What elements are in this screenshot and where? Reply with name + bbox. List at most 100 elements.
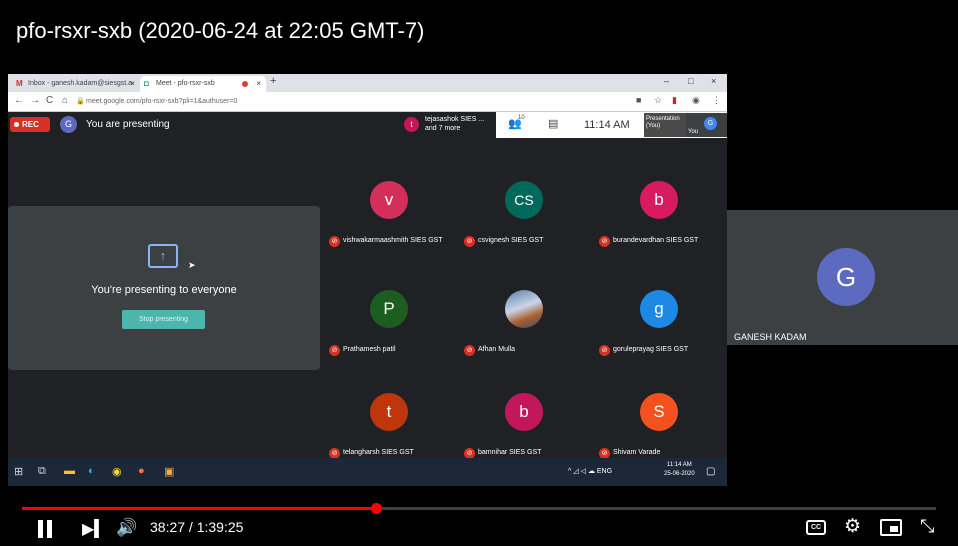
meet-icon: ◘ [144,79,149,88]
meet-top-right: t tejasashok SIES ... and 7 more 👥 10 ▤ … [400,112,727,138]
notification-icon[interactable]: ▢ [706,466,715,477]
presenter-tile: G GANESH KADAM [727,210,958,345]
maximize-button[interactable]: □ [688,76,693,86]
pdf-extension-icon[interactable]: ▮ [672,95,677,106]
star-icon[interactable]: ☆ [654,95,662,106]
participant-tile[interactable]: S ⊘ Shivam Varade [592,360,727,466]
back-icon[interactable]: ← [14,95,24,106]
paint-icon[interactable]: ▣ [164,465,174,478]
mic-off-icon: ⊘ [329,236,340,247]
mouse-cursor-icon: ➤ [188,260,196,270]
settings-gear-icon[interactable]: ⚙ [844,515,861,538]
avatar: t [370,393,408,431]
pause-button[interactable] [38,520,52,538]
minimize-button[interactable]: – [664,76,669,86]
close-icon[interactable]: × [130,76,135,92]
avatar: v [370,181,408,219]
participants-grid: v ⊘ vishwakarmaashmith SIES GST CS ⊘ csvignes… [322,138,727,459]
participant-tile[interactable]: g ⊘ goruleprayag SIES GST [592,257,727,363]
participant-name: Prathamesh patil [343,346,396,353]
file-explorer-icon[interactable]: ▬ [64,465,75,477]
miniplayer-button[interactable] [880,519,902,536]
gmail-icon: M [16,79,23,88]
presenting-panel: ↑ ➤ You're presenting to everyone Stop p… [8,206,320,370]
firefox-icon[interactable]: ● [138,465,145,477]
participants-pill[interactable]: t tejasashok SIES ... and 7 more [400,113,495,137]
people-pill-line2: and 7 more [425,125,461,132]
present-screen-icon: ↑ [148,244,178,268]
avatar: b [505,393,543,431]
stop-presenting-button[interactable]: Stop presenting [122,310,205,329]
taskbar-clock[interactable]: 11:14 AM 25-06-2020 [664,461,695,479]
presenting-status: You are presenting [86,119,170,130]
self-view-thumbnail[interactable]: G You [686,113,727,137]
forward-icon[interactable]: → [30,95,40,106]
reload-icon[interactable]: C [46,95,53,106]
tab-inbox[interactable]: M Inbox - ganesh.kadam@siesgst.a × [12,76,140,92]
recording-dot-icon [14,122,19,127]
time-display: 38:27 / 1:39:25 [150,519,244,535]
volume-icon[interactable]: 🔊 [116,518,137,538]
meet-top-bar: REC G You are presenting t tejasashok SI… [8,112,727,138]
meeting-clock: 11:14 AM [584,119,630,131]
participant-name: goruleprayag SIES GST [613,346,689,353]
presenting-message: You're presenting to everyone [91,284,237,296]
windows-start-icon[interactable]: ⊞ [14,465,23,478]
video-player[interactable]: pfo-rsxr-sxb (2020-06-24 at 22:05 GMT-7)… [0,0,958,546]
next-button[interactable]: ▶▍ [82,519,107,539]
chrome-icon[interactable]: ◉ [112,465,122,478]
presenter-name: GANESH KADAM [734,332,807,342]
video-title: pfo-rsxr-sxb (2020-06-24 at 22:05 GMT-7) [16,18,425,43]
participant-tile[interactable]: t ⊘ telangharsh SIES GST [322,360,457,466]
menu-icon[interactable]: ⋮ [712,95,721,106]
network-icon[interactable]: ◿ [573,468,578,475]
participant-tile[interactable]: b ⊘ burandevardhan SIES GST [592,148,727,254]
recording-dot-icon [242,81,248,87]
chat-icon[interactable]: ▤ [548,117,558,130]
self-label: You [688,129,699,135]
avatar: G [60,116,77,133]
screen-capture: M Inbox - ganesh.kadam@siesgst.a × ◘ Mee… [8,74,727,486]
close-icon[interactable]: × [256,76,261,92]
tab-label: Meet - pfo-rsxr-sxb [156,80,215,87]
avatar: g [640,290,678,328]
participant-tile[interactable]: P ⊘ Prathamesh patil [322,257,457,363]
home-icon[interactable]: ⌂ [62,95,68,106]
avatar: G [817,248,875,306]
participant-name: Shivam Varade [613,449,661,456]
participant-tile[interactable]: CS ⊘ csvignesh SIES GST [457,148,592,254]
close-window-button[interactable]: × [711,76,716,86]
participant-name: telangharsh SIES GST [343,449,414,456]
profile-icon[interactable]: ◉ [692,95,700,106]
new-tab-button[interactable]: + [270,75,276,87]
tab-meet[interactable]: ◘ Meet - pfo-rsxr-sxb × [140,76,266,92]
mic-off-icon: ⊘ [599,345,610,356]
exit-fullscreen-icon[interactable]: ⤡ [920,516,934,537]
tray-chevron-icon[interactable]: ^ [568,468,571,475]
recording-badge: REC [10,117,50,132]
windows-taskbar: ⊞ ⧉ ▬ ◐ ◉ ● ▣ ^ ◿ ◁ ☁ ENG 11:14 AM 25-06… [8,458,727,486]
task-view-icon[interactable]: ⧉ [38,465,46,478]
progress-scrubber[interactable] [371,503,382,514]
mic-off-icon: ⊘ [464,236,475,247]
presentation-thumbnail[interactable]: Presentation (You) [644,113,686,137]
people-pill-line1: tejasashok SIES ... [425,116,485,123]
miniplayer-icon [890,526,898,532]
volume-icon[interactable]: ◁ [581,468,586,475]
participant-name: Afhan Mulla [478,346,515,353]
mic-off-icon: ⊘ [329,345,340,356]
address-bar-row: ← → C ⌂ 🔒 meet.google.com/pfo-rsxr-sxb?p… [8,92,727,112]
captions-button[interactable]: CC [806,520,826,535]
participant-tile[interactable]: ⊘ Afhan Mulla [457,257,592,363]
tab-label: Inbox - ganesh.kadam@siesgst.a [28,80,132,87]
onedrive-icon[interactable]: ☁ [588,468,595,475]
language-indicator[interactable]: ENG [597,468,612,475]
avatar: S [640,393,678,431]
url-field[interactable]: 🔒 meet.google.com/pfo-rsxr-sxb?pli=1&aut… [76,95,596,109]
progress-bar[interactable] [22,503,936,514]
participant-tile[interactable]: b ⊘ bamnihar SIES GST [457,360,592,466]
mic-off-icon: ⊘ [464,345,475,356]
camera-icon[interactable]: ■ [636,95,641,105]
participant-tile[interactable]: v ⊘ vishwakarmaashmith SIES GST [322,148,457,254]
edge-icon[interactable]: ◐ [88,465,95,477]
